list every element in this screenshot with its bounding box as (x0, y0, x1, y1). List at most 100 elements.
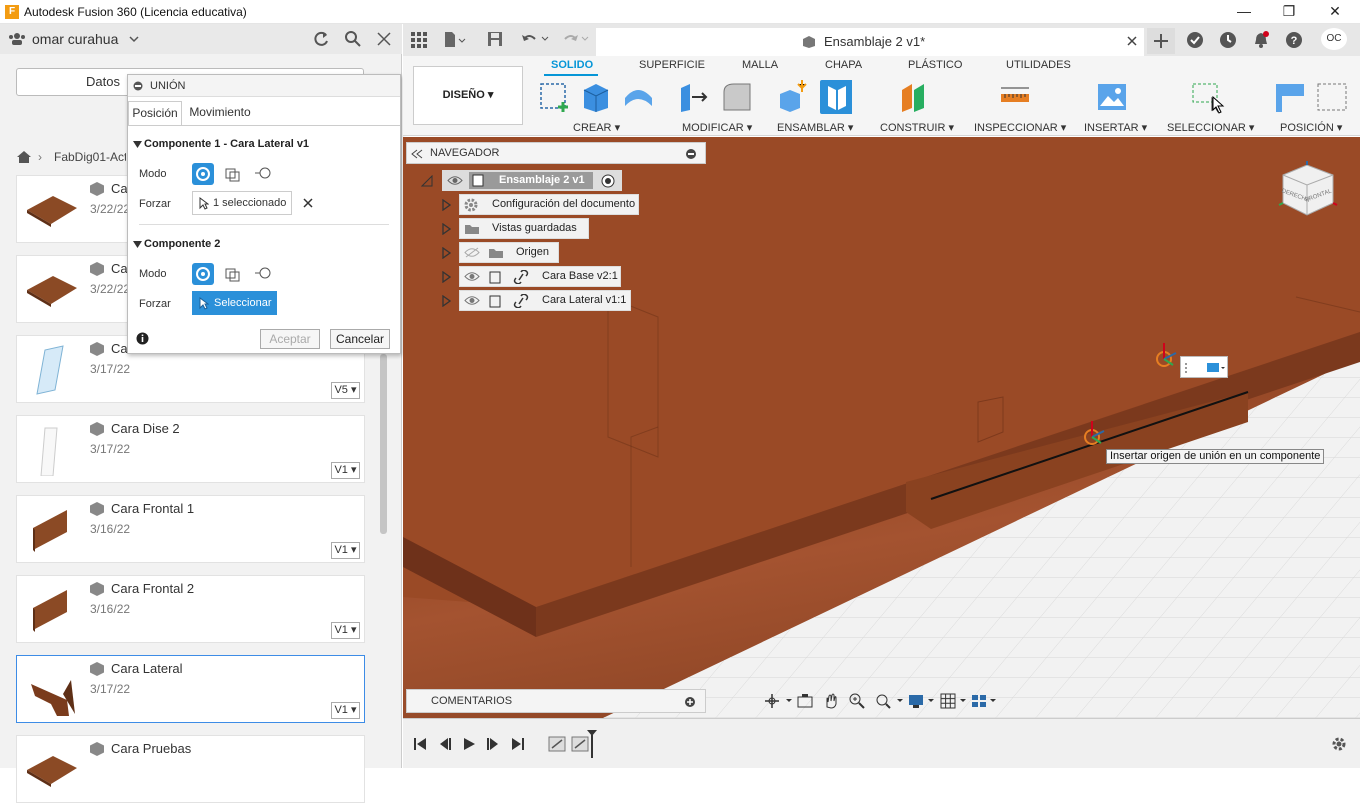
accept-button[interactable]: Aceptar (260, 329, 320, 349)
help-icon[interactable]: ? (1285, 31, 1303, 49)
tab-plastico[interactable]: PLÁSTICO (908, 59, 962, 71)
notifications-icon[interactable] (1253, 31, 1269, 49)
scrollbar[interactable] (380, 354, 387, 534)
version-badge[interactable]: V1 ▾ (331, 702, 360, 719)
file-card[interactable]: Cara Dise 2 3/17/22 V1 ▾ (16, 415, 365, 483)
expand-triangle-icon[interactable] (442, 199, 451, 211)
search-icon[interactable] (344, 30, 362, 48)
group-inspeccionar[interactable]: INSPECCIONAR ▾ (974, 121, 1066, 134)
minimize-button[interactable]: — (1221, 0, 1267, 24)
mode-hole-button[interactable] (252, 163, 274, 185)
minimize-panel-icon[interactable] (685, 148, 697, 160)
group-construir[interactable]: CONSTRUIR ▾ (880, 121, 954, 134)
tab-movimiento[interactable]: Movimiento (186, 101, 254, 125)
create-sketch-icon[interactable] (539, 80, 571, 114)
revolve-icon[interactable] (622, 80, 654, 114)
measure-icon[interactable] (999, 80, 1031, 114)
group-insertar[interactable]: INSERTAR ▾ (1084, 121, 1147, 134)
home-icon[interactable] (16, 150, 32, 164)
capture-position-icon[interactable] (1316, 80, 1348, 114)
file-menu-icon[interactable] (443, 31, 467, 49)
mode-between-button[interactable] (222, 163, 244, 185)
online-status-icon[interactable] (1186, 31, 1204, 49)
floating-mini-toolbar[interactable] (1180, 356, 1228, 378)
insert-image-icon[interactable] (1096, 80, 1128, 114)
tab-utilidades[interactable]: UTILIDADES (1006, 59, 1071, 71)
look-at-icon[interactable] (797, 693, 813, 709)
tab-solido[interactable]: SOLIDO (551, 59, 593, 71)
visibility-icon[interactable] (447, 175, 463, 186)
breadcrumb[interactable]: FabDig01-Act (54, 150, 126, 164)
timeline-marker-icon[interactable] (586, 729, 598, 759)
pan-icon[interactable] (823, 693, 839, 709)
activate-radio-icon[interactable] (601, 174, 615, 188)
step-back-icon[interactable] (438, 737, 452, 751)
navigator-item[interactable]: Origen (459, 242, 559, 263)
file-card[interactable]: Cara Pruebas (16, 735, 365, 803)
group-seleccionar[interactable]: SELECCIONAR ▾ (1167, 121, 1254, 134)
apps-grid-icon[interactable] (411, 32, 427, 48)
group-posicion[interactable]: POSICIÓN ▾ (1280, 121, 1342, 134)
view-cube[interactable]: FRONTAL DERECHA (1277, 161, 1339, 223)
add-comment-icon[interactable] (684, 696, 696, 708)
undo-icon[interactable] (520, 31, 550, 47)
expand-triangle-icon[interactable] (133, 141, 142, 148)
tab-chapa[interactable]: CHAPA (825, 59, 862, 71)
navigator-root[interactable]: Ensamblaje 2 v1 (442, 170, 622, 191)
fillet-icon[interactable] (720, 80, 752, 114)
navigator-item[interactable]: Cara Base v2:1 (459, 266, 621, 287)
job-status-icon[interactable] (1219, 31, 1237, 49)
display-mode-icon[interactable] (1185, 361, 1225, 375)
tab-posicion[interactable]: Posición (128, 101, 182, 125)
workspace-dropdown[interactable]: DISEÑO ▾ (413, 66, 523, 125)
close-panel-icon[interactable] (377, 32, 391, 46)
group-ensamblar[interactable]: ENSAMBLAR ▾ (777, 121, 853, 134)
press-pull-icon[interactable] (678, 80, 710, 114)
step-forward-icon[interactable] (486, 737, 500, 751)
refresh-icon[interactable] (312, 30, 330, 48)
navigator-item[interactable]: Vistas guardadas (459, 218, 589, 239)
tree-collapse-icon[interactable] (421, 175, 433, 187)
display-settings-icon[interactable] (908, 693, 936, 709)
visibility-icon[interactable] (464, 271, 480, 282)
file-card[interactable]: Cara Frontal 1 3/16/22 V1 ▾ (16, 495, 365, 563)
collapse-icon[interactable] (133, 81, 143, 91)
version-badge[interactable]: V1 ▾ (331, 622, 360, 639)
group-modificar[interactable]: MODIFICAR ▾ (682, 121, 752, 134)
user-avatar[interactable]: OC (1321, 28, 1347, 50)
grid-settings-icon[interactable] (940, 693, 968, 709)
tab-malla[interactable]: MALLA (742, 59, 778, 71)
viewports-icon[interactable] (971, 693, 999, 709)
redo-icon[interactable] (560, 31, 590, 47)
close-button[interactable]: ✕ (1312, 0, 1358, 24)
tab-superficie[interactable]: SUPERFICIE (639, 59, 705, 71)
group-crear[interactable]: CREAR ▾ (573, 121, 620, 134)
mode-simple-button[interactable] (192, 263, 214, 285)
expand-triangle-icon[interactable] (442, 247, 451, 259)
maximize-button[interactable]: ❐ (1266, 0, 1312, 24)
clear-selection-icon[interactable] (303, 198, 313, 208)
settings-gear-icon[interactable] (1331, 736, 1347, 752)
close-tab-icon[interactable] (1127, 36, 1137, 46)
version-badge[interactable]: V5 ▾ (331, 382, 360, 399)
extrude-icon[interactable] (580, 80, 612, 114)
mode-simple-button[interactable] (192, 163, 214, 185)
mode-between-button[interactable] (222, 263, 244, 285)
navigator-item[interactable]: Cara Lateral v1:1 (459, 290, 631, 311)
user-name[interactable]: omar curahua (32, 31, 118, 47)
visibility-icon[interactable] (464, 295, 480, 306)
offset-plane-icon[interactable] (898, 80, 930, 114)
expand-triangle-icon[interactable] (442, 295, 451, 307)
expand-triangle-icon[interactable] (442, 223, 451, 235)
chevron-down-icon[interactable] (129, 35, 139, 43)
mode-hole-button[interactable] (252, 263, 274, 285)
version-badge[interactable]: V1 ▾ (331, 542, 360, 559)
cancel-button[interactable]: Cancelar (330, 329, 390, 349)
expand-triangle-icon[interactable] (133, 241, 142, 248)
position-icon[interactable] (1274, 80, 1306, 114)
collapse-navigator-icon[interactable] (411, 149, 423, 159)
zoom-icon[interactable] (849, 693, 865, 709)
orbit-icon[interactable] (764, 693, 794, 709)
version-badge[interactable]: V1 ▾ (331, 462, 360, 479)
go-to-end-icon[interactable] (511, 737, 525, 751)
